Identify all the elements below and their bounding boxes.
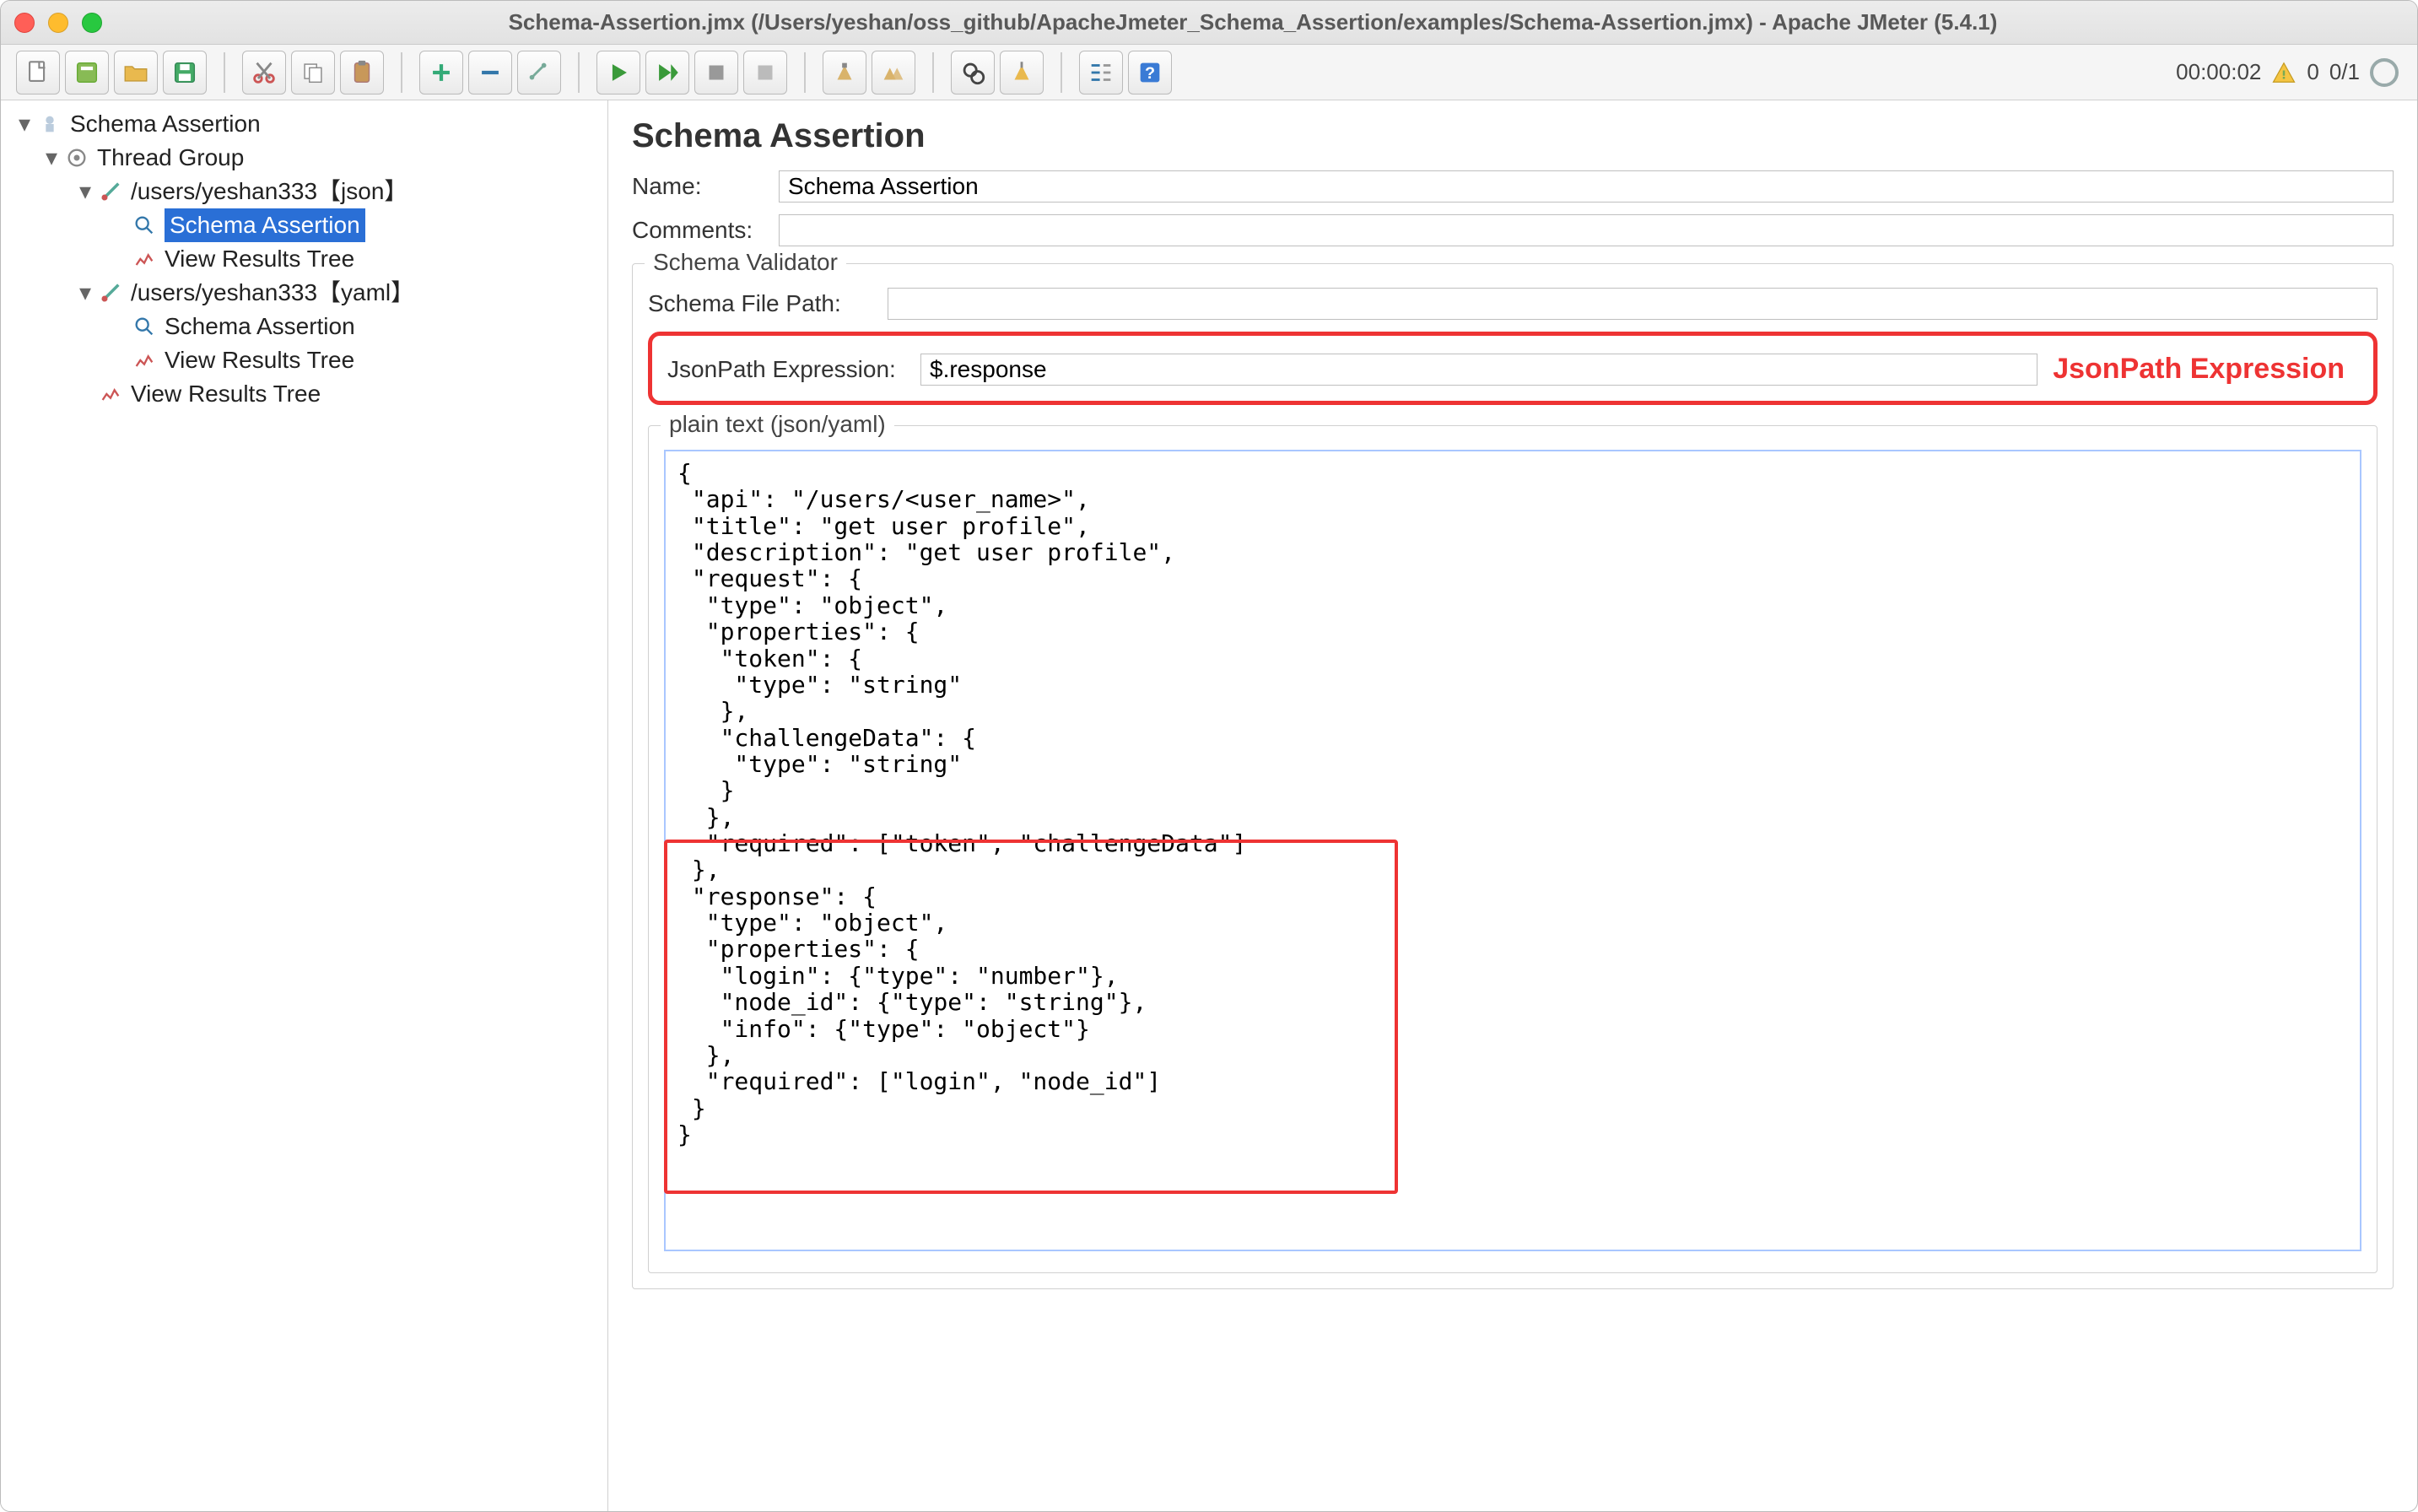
window-title: Schema-Assertion.jmx (/Users/yeshan/oss_… (102, 9, 2404, 35)
svg-text:?: ? (1145, 64, 1155, 83)
jsonpath-expression-label: JsonPath Expression: (667, 356, 920, 383)
assertion-icon (131, 212, 158, 239)
tree-thread-group[interactable]: ▾ Thread Group (1, 141, 607, 175)
run-no-pause-button[interactable] (645, 51, 689, 94)
tree-label: View Results Tree (131, 377, 321, 411)
clear-button[interactable] (823, 51, 866, 94)
schema-file-path-input[interactable] (888, 288, 2378, 320)
clear-all-button[interactable] (872, 51, 915, 94)
templates-button[interactable] (65, 51, 109, 94)
comments-label: Comments: (632, 217, 758, 244)
gauge-icon (2370, 58, 2399, 87)
content-area: ▾ Schema Assertion ▾ Thread Group ▾ /use… (1, 100, 2417, 1511)
titlebar: Schema-Assertion.jmx (/Users/yeshan/oss_… (1, 1, 2417, 45)
warning-icon[interactable] (2271, 60, 2297, 85)
comments-input[interactable] (779, 214, 2394, 246)
cut-button[interactable] (242, 51, 286, 94)
thread-count: 0/1 (2329, 59, 2360, 85)
jsonpath-expression-input[interactable] (920, 354, 2037, 386)
reset-search-button[interactable] (1000, 51, 1044, 94)
sampler-icon (97, 279, 124, 306)
stop-button[interactable] (694, 51, 738, 94)
schema-validator-fieldset: Schema Validator Schema File Path: JsonP… (632, 263, 2394, 1289)
jsonpath-callout: JsonPath Expression: JsonPath Expression (648, 332, 2378, 405)
tree-toggle-icon[interactable]: ▾ (13, 107, 36, 141)
threadgroup-icon (63, 144, 90, 171)
fieldset-legend: plain text (json/yaml) (661, 411, 894, 438)
remove-button[interactable] (468, 51, 512, 94)
add-button[interactable] (419, 51, 463, 94)
tree-label: Thread Group (97, 141, 244, 175)
function-helper-button[interactable] (1079, 51, 1123, 94)
elapsed-time: 00:00:02 (2176, 59, 2261, 85)
tree-label: Schema Assertion (70, 107, 261, 141)
maximize-window-button[interactable] (82, 13, 102, 33)
tree-view-results-yaml[interactable]: View Results Tree (1, 343, 607, 377)
tree-panel[interactable]: ▾ Schema Assertion ▾ Thread Group ▾ /use… (1, 100, 608, 1511)
sampler-icon (97, 178, 124, 205)
tree-label: Schema Assertion (165, 310, 355, 343)
shutdown-button[interactable] (743, 51, 787, 94)
page-title: Schema Assertion (632, 117, 2394, 155)
callout-annotation: JsonPath Expression (2053, 353, 2345, 386)
run-button[interactable] (596, 51, 640, 94)
tree-sampler-json[interactable]: ▾ /users/yeshan333【json】 (1, 175, 607, 208)
window-controls (14, 13, 102, 33)
app-window: Schema-Assertion.jmx (/Users/yeshan/oss_… (0, 0, 2418, 1512)
plain-text-fieldset: plain text (json/yaml) (648, 425, 2378, 1273)
tree-label: View Results Tree (165, 343, 354, 377)
save-button[interactable] (163, 51, 207, 94)
tree-schema-assertion-yaml[interactable]: Schema Assertion (1, 310, 607, 343)
help-button[interactable]: ? (1128, 51, 1172, 94)
assertion-icon (131, 313, 158, 340)
search-button[interactable] (951, 51, 995, 94)
main-panel: Schema Assertion Name: Comments: Schema … (608, 100, 2417, 1511)
toggle-button[interactable] (517, 51, 561, 94)
open-file-button[interactable] (114, 51, 158, 94)
tree-view-results-root[interactable]: View Results Tree (1, 377, 607, 411)
listener-icon (131, 347, 158, 374)
name-input[interactable] (779, 170, 2394, 202)
toolbar: ? 00:00:02 0 0/1 (1, 45, 2417, 100)
tree-sampler-yaml[interactable]: ▾ /users/yeshan333【yaml】 (1, 276, 607, 310)
copy-button[interactable] (291, 51, 335, 94)
tree-toggle-icon[interactable]: ▾ (73, 276, 97, 310)
listener-icon (131, 246, 158, 273)
fieldset-legend: Schema Validator (645, 249, 846, 276)
schema-file-path-label: Schema File Path: (648, 290, 867, 317)
paste-button[interactable] (340, 51, 384, 94)
schema-textarea[interactable] (664, 450, 2361, 1251)
tree-label: /users/yeshan333【json】 (131, 175, 407, 208)
tree-label: View Results Tree (165, 242, 354, 276)
name-label: Name: (632, 173, 758, 200)
toolbar-status: 00:00:02 0 0/1 (2176, 58, 2409, 87)
tree-label: /users/yeshan333【yaml】 (131, 276, 414, 310)
tree-toggle-icon[interactable]: ▾ (73, 175, 97, 208)
testplan-icon (36, 111, 63, 138)
tree-view-results-json[interactable]: View Results Tree (1, 242, 607, 276)
listener-icon (97, 381, 124, 408)
close-window-button[interactable] (14, 13, 35, 33)
warning-count: 0 (2307, 59, 2318, 85)
new-file-button[interactable] (16, 51, 60, 94)
tree-schema-assertion-json[interactable]: Schema Assertion (1, 208, 607, 242)
minimize-window-button[interactable] (48, 13, 68, 33)
tree-toggle-icon[interactable]: ▾ (40, 141, 63, 175)
tree-root[interactable]: ▾ Schema Assertion (1, 107, 607, 141)
tree-label: Schema Assertion (165, 208, 365, 242)
